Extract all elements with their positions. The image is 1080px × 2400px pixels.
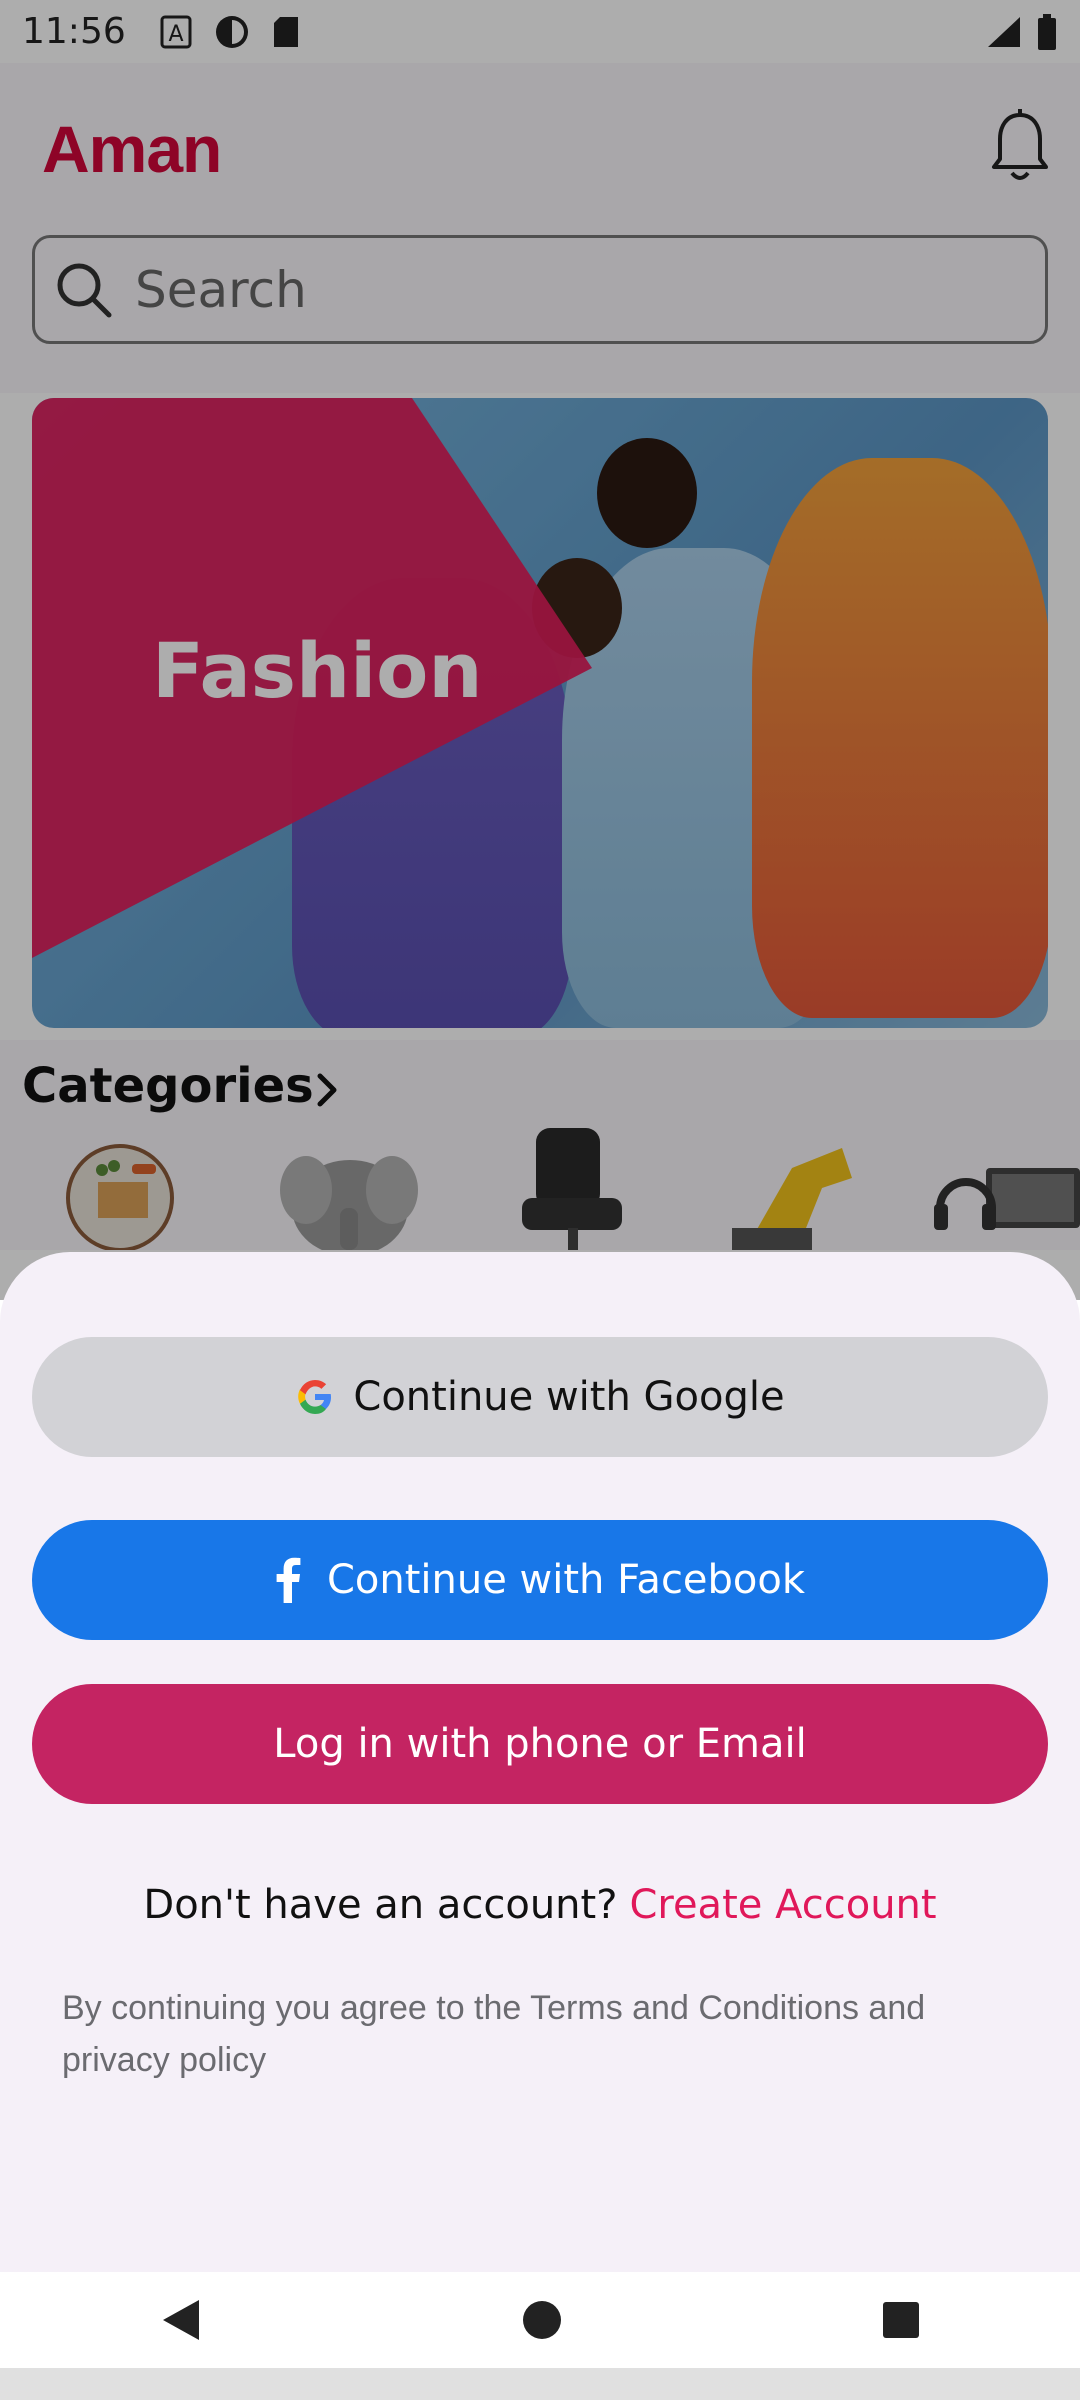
facebook-button-label: Continue with Facebook <box>326 1557 806 1603</box>
continue-with-google-button[interactable]: Continue with Google <box>32 1337 1048 1457</box>
facebook-icon <box>276 1557 301 1603</box>
email-button-label: Log in with phone or Email <box>273 1721 807 1767</box>
google-button-label: Continue with Google <box>353 1374 785 1420</box>
no-account-text: Don't have an account? <box>143 1882 618 1928</box>
create-account-link[interactable]: Create Account <box>629 1882 936 1928</box>
recents-icon[interactable] <box>881 2300 921 2340</box>
system-nav-bar <box>0 2272 1080 2368</box>
back-icon[interactable] <box>159 2296 203 2344</box>
login-phone-email-button[interactable]: Log in with phone or Email <box>32 1684 1048 1804</box>
signup-row: Don't have an account? Create Account <box>0 1882 1080 1928</box>
terms-text: By continuing you agree to the Terms and… <box>62 1989 926 2079</box>
modal-scrim[interactable] <box>0 0 1080 1300</box>
nav-bar-bottom <box>0 2368 1080 2400</box>
login-bottom-sheet: Continue with Google Continue with Faceb… <box>0 1252 1080 2272</box>
continue-with-facebook-button[interactable]: Continue with Facebook <box>32 1520 1048 1640</box>
home-icon[interactable] <box>521 2299 563 2341</box>
google-icon <box>298 1380 332 1414</box>
